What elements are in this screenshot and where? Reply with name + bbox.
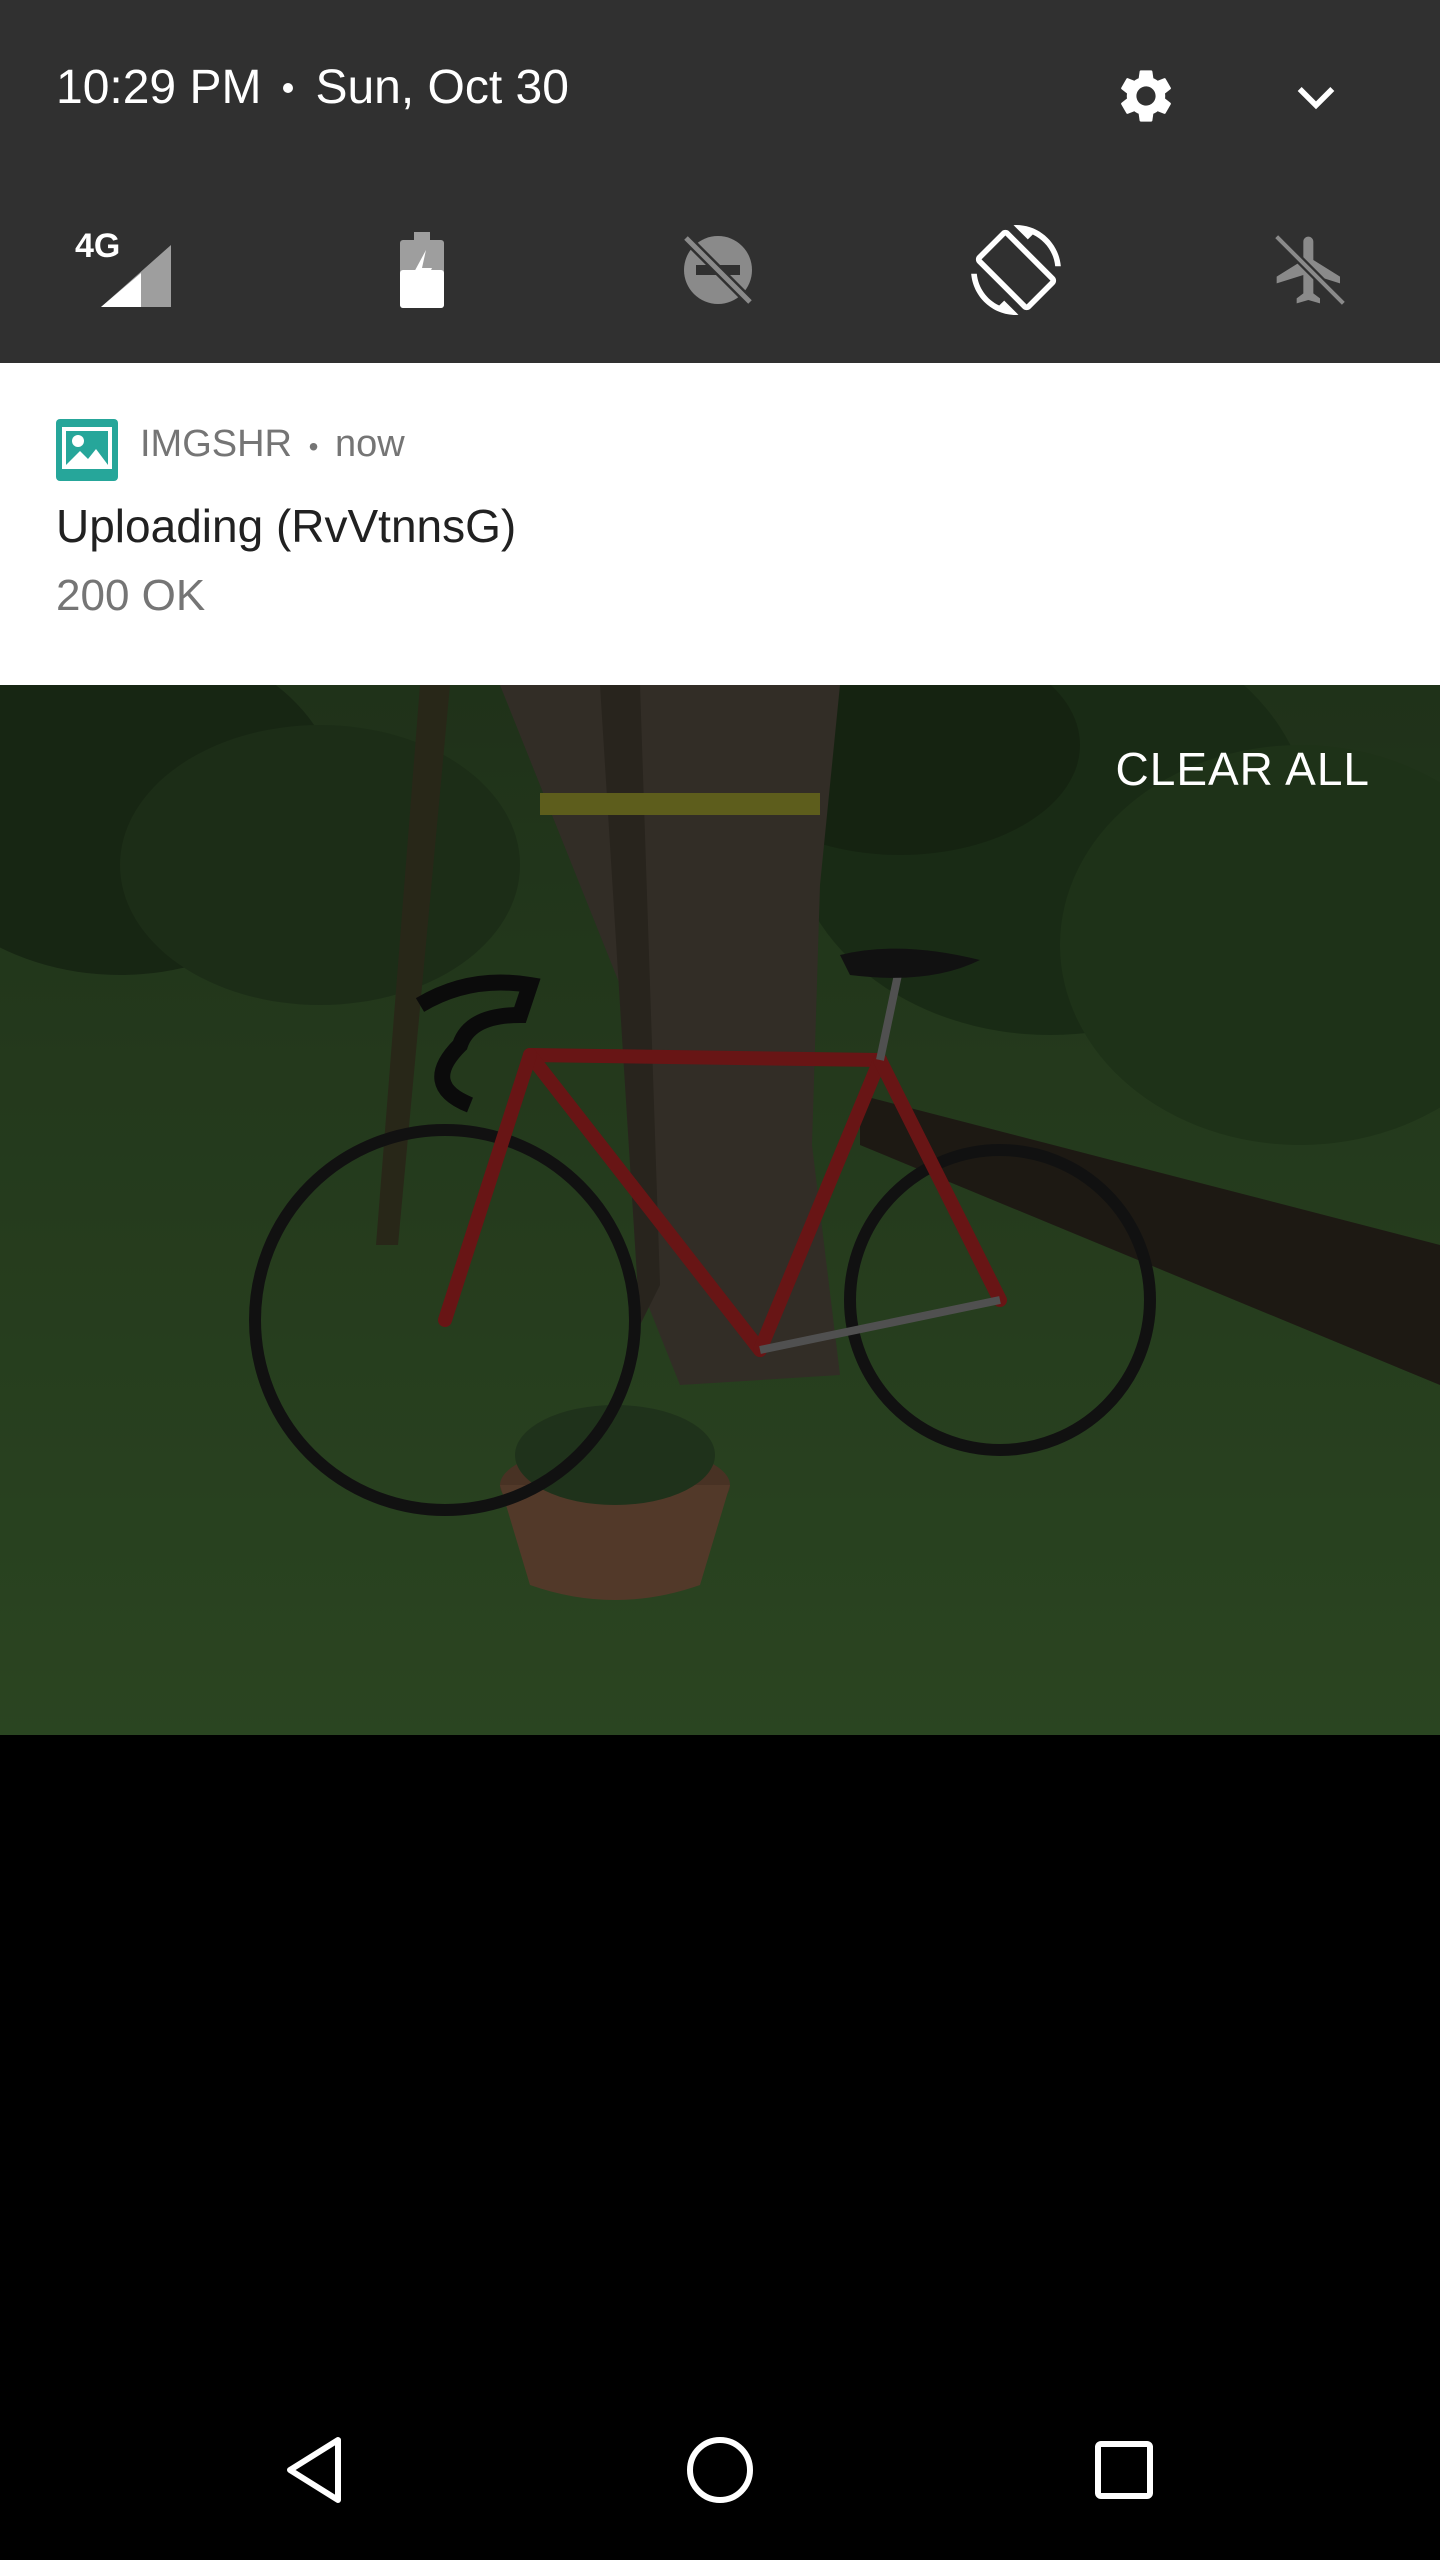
battery-charging-icon — [400, 232, 444, 308]
settings-button[interactable] — [1106, 56, 1186, 136]
tile-do-not-disturb[interactable] — [658, 210, 778, 330]
tile-auto-rotate[interactable] — [956, 210, 1076, 330]
date: Sun, Oct 30 — [315, 61, 569, 114]
separator-dot — [283, 82, 294, 93]
clock: 10:29 PM — [56, 61, 262, 114]
notification-text: 200 OK — [56, 571, 206, 620]
tile-airplane-mode[interactable] — [1250, 210, 1370, 330]
recents-button[interactable] — [1064, 2410, 1184, 2530]
notification-imgshr[interactable]: IMGSHR • now Uploading (RvVtnnsG) 200 OK — [0, 363, 1440, 685]
home-icon — [687, 2437, 753, 2503]
expand-button[interactable] — [1276, 56, 1356, 136]
image-app-icon — [56, 419, 118, 481]
tile-battery[interactable] — [362, 210, 482, 330]
notification-title: Uploading (RvVtnnsG) — [56, 500, 517, 552]
tile-cellular-label: 4G — [75, 227, 120, 265]
app-name: IMGSHR — [140, 423, 292, 465]
tile-cellular[interactable]: 4G — [66, 210, 186, 330]
navigation-bar — [0, 2380, 1440, 2560]
time-date[interactable]: 10:29 PM Sun, Oct 30 — [56, 60, 569, 115]
signal-icon: 4G — [75, 227, 171, 307]
airplane-icon — [1273, 233, 1347, 307]
chevron-down-icon — [1297, 87, 1335, 110]
home-button[interactable] — [660, 2410, 780, 2530]
notification-time: now — [334, 423, 405, 465]
notification-header: IMGSHR • now — [140, 423, 405, 466]
dnd-off-icon — [682, 234, 754, 306]
quick-settings-row: 4G — [0, 200, 1440, 340]
recents-icon — [1095, 2441, 1153, 2499]
wallpaper-photo — [0, 685, 1440, 1735]
rotate-icon — [971, 225, 1061, 315]
gear-icon — [1121, 70, 1171, 122]
header-separator: • — [308, 431, 319, 462]
shade-header: 10:29 PM Sun, Oct 30 — [0, 0, 1440, 180]
clear-all-button[interactable]: CLEAR ALL — [1116, 742, 1370, 796]
back-icon — [287, 2437, 341, 2503]
quick-settings-shade: 10:29 PM Sun, Oct 30 4G — [0, 0, 1440, 363]
wallpaper-dim — [0, 685, 1440, 1735]
back-button[interactable] — [256, 2410, 376, 2530]
